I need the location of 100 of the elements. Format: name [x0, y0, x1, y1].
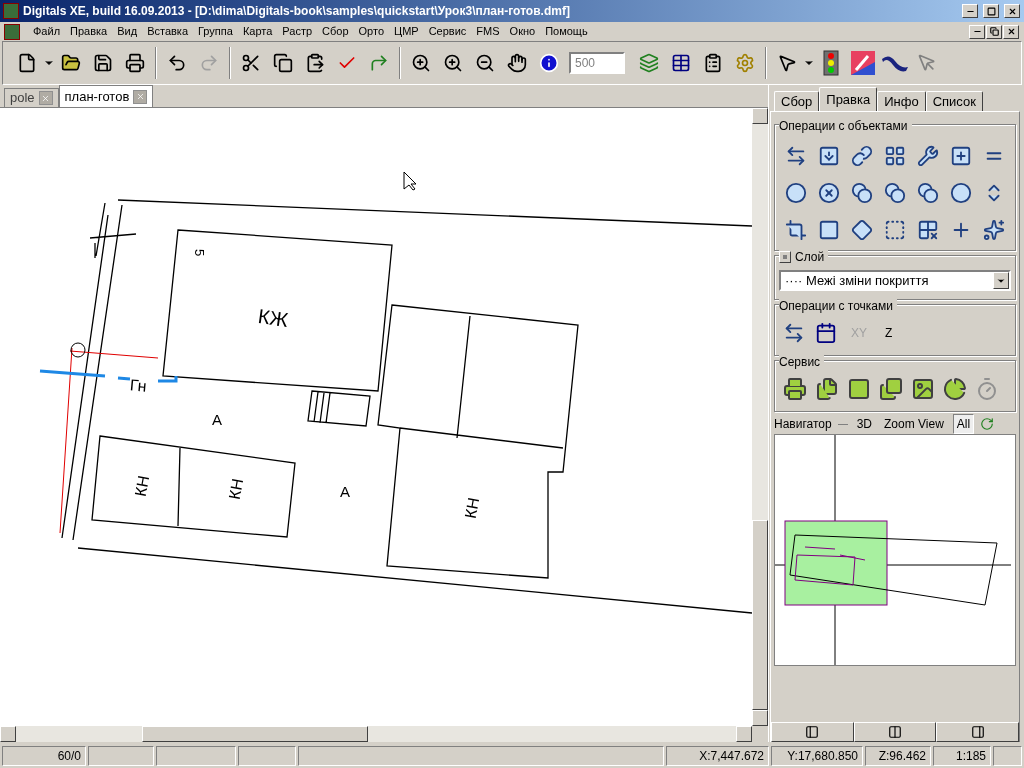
view-layout-button[interactable] [853, 722, 937, 742]
layers-icon[interactable] [639, 53, 659, 73]
restore-button[interactable] [986, 24, 1002, 39]
refresh-icon[interactable] [980, 417, 995, 431]
info-icon[interactable] [539, 53, 559, 73]
close-button[interactable] [1004, 4, 1020, 18]
printer-icon[interactable] [125, 53, 145, 73]
layer-toggle-button[interactable] [779, 251, 791, 263]
menu-item[interactable]: Вставка [142, 23, 193, 40]
close-button[interactable] [1003, 24, 1019, 39]
tab-close-icon[interactable] [38, 91, 53, 105]
new-file-icon[interactable] [17, 53, 37, 73]
undo-icon[interactable] [167, 53, 187, 73]
circle-icon[interactable] [950, 181, 973, 204]
window-title: Digitals XE, build 16.09.2013 - [D:\dima\Digitals-book\samples\quickstart\Урок3\план-готов.dmf] [23, 3, 571, 20]
document-tab[interactable]: pole [4, 88, 59, 107]
box-plus-icon[interactable] [950, 144, 973, 167]
save-icon[interactable] [93, 53, 113, 73]
map-label: А [212, 412, 222, 427]
status-text: 60/0 [2, 746, 86, 766]
dropdown-button[interactable] [993, 272, 1009, 289]
menu-item[interactable]: Растр [277, 23, 318, 40]
menu-item[interactable]: Группа [193, 23, 238, 40]
view-layout-button[interactable] [936, 722, 1019, 742]
horizontal-scrollbar[interactable] [0, 726, 752, 742]
map-label: КН [132, 474, 153, 498]
menu-item[interactable]: Правка [65, 23, 113, 40]
scissors-icon[interactable] [241, 53, 261, 73]
group-title: Операции с точками [779, 298, 893, 315]
status-panel [88, 746, 154, 766]
wave-icon[interactable] [881, 53, 909, 73]
photo-icon[interactable] [911, 377, 935, 401]
status-text: Y:17,680.850 [771, 746, 863, 766]
status-text: Z:96.462 [865, 746, 931, 766]
copy-icon[interactable] [273, 53, 293, 73]
status-text: 1:185 [933, 746, 991, 766]
layer-dropdown[interactable]: ···· Межі зміни покриття [779, 270, 1011, 291]
menu-item[interactable]: ЦМР [389, 23, 424, 40]
menu-item[interactable]: Помощь [540, 23, 593, 40]
app-icon [3, 3, 19, 19]
status-panel [993, 746, 1022, 766]
map-label: КН [462, 496, 483, 520]
group-title: Сервис [779, 354, 821, 371]
arrow-icon[interactable] [369, 53, 389, 73]
table-icon[interactable] [671, 53, 691, 73]
vertical-scrollbar[interactable] [752, 108, 768, 726]
minimize-button[interactable] [969, 24, 985, 39]
navigator-button[interactable]: Zoom View [881, 415, 947, 433]
square-icon[interactable] [817, 218, 840, 241]
map-label: 5 [193, 248, 207, 257]
navigator-button[interactable]: 3D [853, 415, 875, 433]
menu-item[interactable]: Орто [353, 23, 390, 40]
close-icon [1006, 27, 1016, 36]
circles-icon[interactable] [884, 181, 906, 204]
zoom-in-icon[interactable] [443, 53, 463, 73]
folder-icon[interactable] [61, 53, 81, 73]
status-text: X:7,447.672 [666, 746, 769, 766]
hand-icon[interactable] [507, 53, 527, 73]
tab-close-icon[interactable] [133, 89, 148, 104]
dotted-line-icon[interactable] [884, 218, 906, 241]
zoom-out-icon[interactable] [475, 53, 495, 73]
minimize-button[interactable] [962, 4, 978, 18]
menu-item[interactable]: Сервис [423, 23, 472, 40]
swap-arrows-icon[interactable] [783, 322, 805, 344]
panel-layout-icon [888, 725, 902, 739]
map-label: КЖ [256, 306, 290, 330]
clip-frame-icon[interactable] [850, 50, 876, 76]
layout-icon[interactable] [884, 144, 906, 167]
circles-icon[interactable] [917, 181, 940, 204]
coordinate-tool-button[interactable]: Z [881, 324, 897, 342]
menu-item[interactable]: Окно [504, 23, 541, 40]
stacked-pages-icon[interactable] [815, 377, 839, 401]
scale-field[interactable]: 500 [569, 52, 625, 74]
document-tab[interactable]: план-готов [58, 85, 154, 107]
clipboard-icon[interactable] [305, 53, 325, 73]
traffic-light-icon[interactable] [821, 50, 841, 76]
view-layout-button[interactable] [771, 722, 854, 742]
group-title: Слой [795, 249, 825, 266]
panel-tab[interactable]: Сбор [774, 91, 820, 111]
link-icon[interactable] [850, 144, 873, 167]
group-title: Операции с объектами [779, 118, 908, 135]
map-canvas[interactable]: 5 КЖ Гн А КН КН А КН [0, 108, 752, 726]
menu-item[interactable]: FMS [471, 23, 505, 40]
menu-item[interactable]: Сбор [317, 23, 354, 40]
circles-icon[interactable] [850, 181, 873, 204]
maximize-icon [986, 6, 996, 16]
panel-layout-icon [805, 725, 820, 739]
maximize-button[interactable] [983, 4, 999, 18]
navigator-button[interactable]: All [952, 414, 975, 434]
panel-tab[interactable]: Правка [819, 87, 878, 111]
document-icon [4, 23, 20, 40]
panel-layout-icon [970, 725, 985, 739]
close-icon [1007, 6, 1017, 16]
menu-item[interactable]: Файл [28, 23, 66, 40]
group-title: Навигатор [774, 416, 832, 433]
menu-item[interactable]: Вид [112, 23, 143, 40]
status-panel [238, 746, 296, 766]
menu-item[interactable]: Карта [237, 23, 278, 40]
panel-tab[interactable]: Список [925, 91, 983, 111]
panel-tab[interactable]: Инфо [877, 91, 926, 111]
